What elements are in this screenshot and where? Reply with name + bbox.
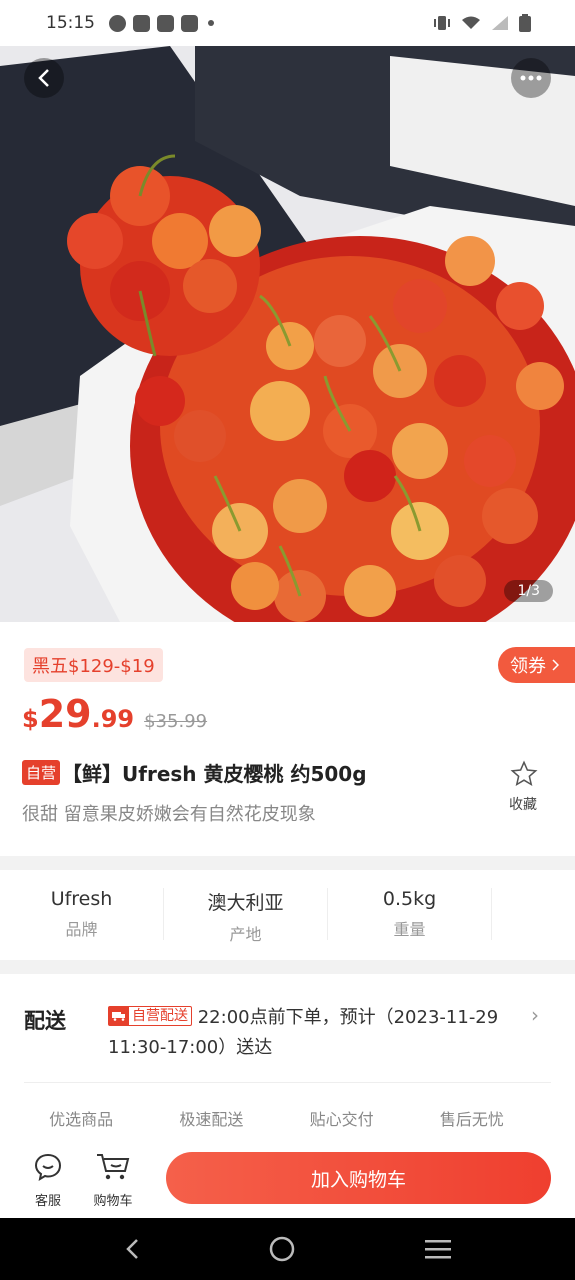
favorite-label: 收藏	[509, 797, 537, 813]
add-to-cart-button[interactable]: 加入购物车	[166, 1152, 551, 1204]
original-price: $35.99	[144, 711, 208, 732]
guarantee-item: 优选商品	[49, 1110, 114, 1129]
favorite-button[interactable]: 收藏	[507, 760, 541, 814]
truck-icon	[109, 1007, 129, 1025]
chat-icon	[34, 1153, 62, 1182]
price-currency: $	[22, 705, 39, 733]
app-notification-icon	[109, 14, 126, 32]
customer-service-button[interactable]: 客服	[23, 1152, 73, 1209]
more-dots-icon	[520, 75, 542, 81]
coupon-button[interactable]: 领券	[498, 647, 575, 683]
spec-value: 澳大利亚	[207, 892, 284, 914]
self-delivery-label: 自营配送	[132, 1008, 188, 1024]
nav-home-icon[interactable]	[268, 1235, 296, 1263]
price-decimal: .99	[91, 705, 135, 733]
spec-value: 0.5kg	[382, 888, 437, 910]
self-delivery-badge: 自营配送	[108, 1006, 192, 1026]
cart-icon	[97, 1154, 130, 1180]
guarantee-item: 极速配送	[179, 1110, 244, 1129]
system-icons	[433, 14, 531, 32]
divider	[24, 1082, 551, 1083]
notification-icons	[109, 14, 214, 32]
spec-brand: Ufresh 品牌	[0, 888, 164, 940]
service-guarantees: 优选商品 极速配送 贴心交付 售后无忧	[0, 1106, 575, 1130]
delivery-title: 配送	[24, 1009, 66, 1033]
status-bar: 15:15	[0, 0, 575, 46]
customer-service-label: 客服	[34, 1194, 61, 1209]
delivery-chevron-icon[interactable]: ›	[531, 1003, 539, 1027]
product-specs: Ufresh 品牌 澳大利亚 产地 0.5kg 重量	[0, 870, 575, 958]
product-title: 【鲜】Ufresh 黄皮樱桃 约500g	[62, 762, 367, 786]
spec-weight: 0.5kg 重量	[328, 888, 492, 940]
guarantee-item: 售后无忧	[439, 1110, 504, 1129]
nav-back-icon[interactable]	[124, 1237, 140, 1261]
spec-origin: 澳大利亚 产地	[164, 888, 328, 944]
more-options-button[interactable]	[511, 58, 551, 98]
back-button[interactable]	[24, 58, 64, 98]
guarantee-item: 贴心交付	[309, 1110, 374, 1129]
section-divider	[0, 856, 575, 870]
mail-icon	[181, 14, 198, 32]
image-page-indicator: 1/3	[504, 580, 553, 602]
cart-label: 购物车	[93, 1194, 133, 1209]
battery-icon	[519, 14, 531, 32]
price-integer: 29	[38, 692, 92, 736]
section-divider	[0, 960, 575, 974]
nav-recents-icon[interactable]	[424, 1238, 451, 1260]
chevron-left-icon	[38, 69, 49, 87]
more-notifications-icon	[208, 20, 214, 26]
delivery-info[interactable]: 自营配送 22:00点前下单，预计（2023-11-29 11:30-17:00…	[108, 1003, 533, 1063]
star-icon	[510, 760, 538, 787]
cart-button[interactable]: 购物车	[88, 1152, 138, 1209]
self-operated-badge: 自营	[22, 760, 61, 785]
spec-label: 产地	[229, 925, 262, 944]
product-image-carousel[interactable]: 1/3	[0, 46, 575, 622]
spec-label: 重量	[393, 920, 426, 939]
spec-label: 品牌	[65, 920, 98, 939]
price-row: $ 29 .99 $35.99	[22, 692, 207, 736]
bottom-action-bar: 客服 购物车 加入购物车	[0, 1146, 575, 1218]
mail-icon	[133, 14, 150, 32]
spec-value: Ufresh	[50, 888, 113, 910]
mail-icon	[157, 14, 174, 32]
product-subtitle: 很甜 留意果皮娇嫩会有自然花皮现象	[22, 804, 316, 825]
wifi-icon	[462, 16, 480, 29]
coupon-label: 领券	[510, 656, 546, 677]
status-time: 15:15	[46, 13, 95, 33]
cherries-photo	[0, 46, 575, 622]
product-title-row: 自营 【鲜】Ufresh 黄皮樱桃 约500g	[22, 758, 492, 787]
signal-icon	[492, 16, 508, 30]
promo-tag: 黑五$129-$19	[24, 648, 163, 682]
vibrate-icon	[434, 16, 450, 30]
system-navigation-bar	[0, 1218, 575, 1280]
chevron-right-icon	[552, 659, 559, 671]
